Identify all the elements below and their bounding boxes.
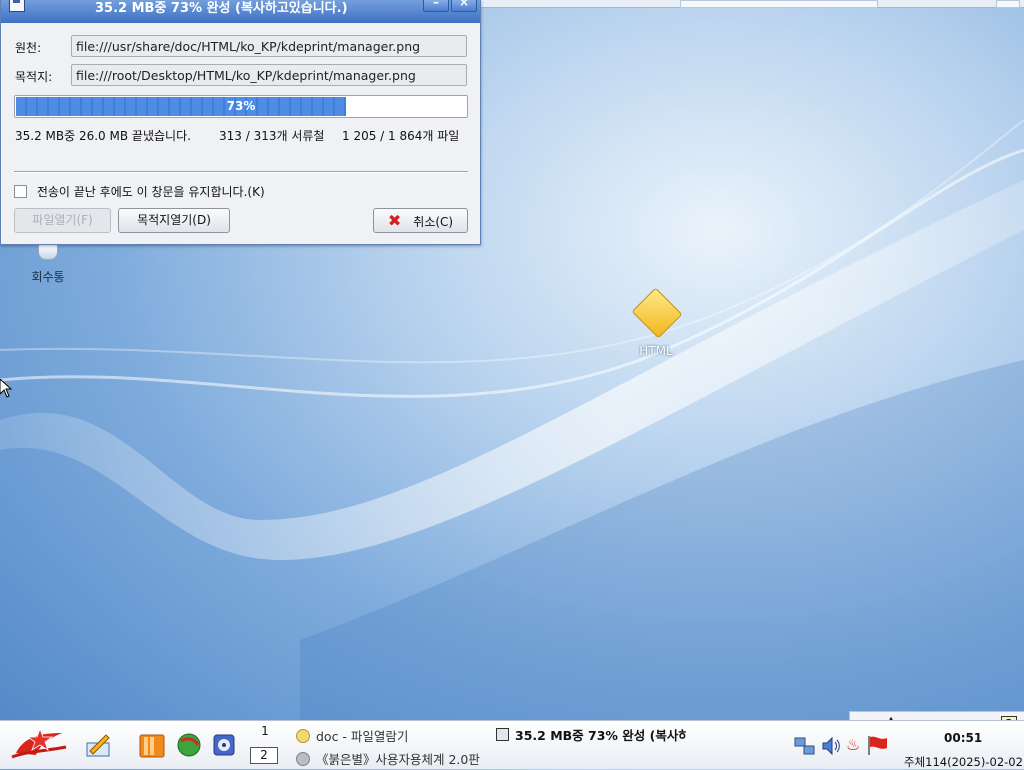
desktop-pager-2[interactable]: 2 bbox=[250, 747, 278, 764]
keep-window-label: 전송이 끝난 후에도 이 창문을 유지합니다.(K) bbox=[36, 185, 265, 199]
media-player-icon[interactable] bbox=[210, 731, 238, 759]
system-icon bbox=[296, 752, 310, 766]
start-menu-button[interactable] bbox=[10, 727, 68, 763]
desktop-folder-label: HTML bbox=[639, 344, 673, 358]
network-icon[interactable] bbox=[794, 735, 816, 757]
folder-icon bbox=[634, 292, 678, 332]
task-file-browser[interactable]: doc - 파일열람기 bbox=[296, 726, 408, 745]
open-destination-button[interactable]: 목적지열기(D) bbox=[118, 208, 230, 233]
task-file-browser-label: doc - 파일열람기 bbox=[316, 729, 409, 744]
copy-progress-bar: 73% bbox=[14, 95, 468, 118]
close-button[interactable]: × bbox=[451, 0, 477, 12]
volume-icon[interactable] bbox=[820, 735, 842, 757]
fire-icon[interactable]: ♨ bbox=[846, 735, 860, 754]
browser-icon[interactable] bbox=[175, 731, 203, 759]
cancel-button[interactable]: ✖ 취소(C) bbox=[373, 208, 468, 233]
taskbar: 1 2 doc - 파일열람기 《붉은별》사용자용체계 2.0판 35.2 MB… bbox=[0, 720, 1024, 769]
copy-progress-dialog: 35.2 MB중 73% 완성 (복사하고있습니다.) – × 원천: file… bbox=[0, 0, 481, 245]
open-file-button[interactable]: 파일열기(F) bbox=[14, 208, 111, 233]
flag-icon[interactable] bbox=[866, 733, 890, 757]
background-window-strip bbox=[480, 0, 1024, 8]
trash-icon bbox=[38, 244, 58, 260]
close-icon: × bbox=[458, 0, 470, 9]
task-copy-dialog[interactable]: 35.2 MB중 73% 완성 (복사하 bbox=[496, 725, 686, 744]
save-icon bbox=[9, 0, 25, 12]
folder-progress-text: 313 / 313개 서류철 bbox=[219, 129, 325, 143]
file-manager-icon[interactable] bbox=[138, 731, 166, 759]
clock-time: 00:51 bbox=[944, 731, 983, 745]
desktop-pager-1[interactable]: 1 bbox=[250, 724, 280, 738]
size-progress-text: 35.2 MB중 26.0 MB 끝냈습니다. bbox=[15, 129, 191, 143]
dialog-divider bbox=[14, 171, 468, 173]
background-window-segment bbox=[680, 0, 878, 8]
desktop-trash-label: 회수통 bbox=[31, 270, 65, 284]
keep-window-option[interactable]: 전송이 끝난 후에도 이 창문을 유지합니다.(K) bbox=[14, 183, 265, 200]
task-system[interactable]: 《붉은별》사용자용체계 2.0판 bbox=[296, 749, 480, 768]
task-copy-dialog-label: 35.2 MB중 73% 완성 (복사하 bbox=[515, 728, 686, 743]
text-editor-icon[interactable] bbox=[84, 731, 112, 759]
cancel-icon: ✖ bbox=[387, 211, 402, 230]
cancel-button-label: 취소(C) bbox=[413, 215, 454, 229]
source-label: 원천: bbox=[15, 41, 42, 55]
progress-percent: 73% bbox=[226, 99, 256, 113]
task-system-label: 《붉은별》사용자용체계 2.0판 bbox=[316, 752, 480, 767]
minimize-icon: – bbox=[433, 0, 439, 9]
keep-window-checkbox[interactable] bbox=[14, 185, 27, 198]
desktop-trash[interactable]: 회수통 bbox=[22, 244, 74, 285]
save-icon bbox=[496, 728, 509, 741]
minimize-button[interactable]: – bbox=[423, 0, 449, 12]
desktop-folder-html[interactable]: HTML bbox=[626, 292, 686, 358]
folder-icon bbox=[296, 729, 310, 743]
destination-path-field[interactable]: file:///root/Desktop/HTML/ko_KP/kdeprint… bbox=[71, 64, 467, 86]
dialog-title: 35.2 MB중 73% 완성 (복사하고있습니다.) bbox=[95, 1, 348, 16]
file-progress-text: 1 205 / 1 864개 파일 bbox=[342, 129, 460, 143]
source-path-field[interactable]: file:///usr/share/doc/HTML/ko_KP/kdeprin… bbox=[71, 35, 467, 57]
mouse-cursor-icon bbox=[0, 379, 12, 398]
destination-label: 목적지: bbox=[15, 70, 53, 84]
dialog-titlebar[interactable]: 35.2 MB중 73% 완성 (복사하고있습니다.) – × bbox=[1, 0, 480, 23]
background-window-segment bbox=[996, 0, 1020, 8]
